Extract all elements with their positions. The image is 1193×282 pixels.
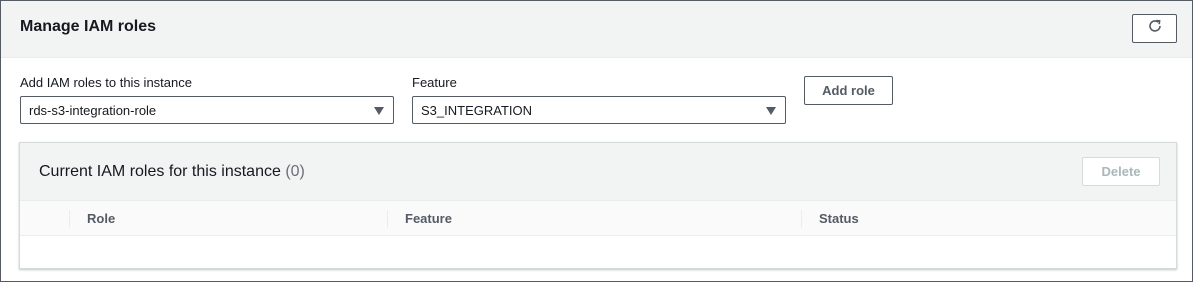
role-select-label: Add IAM roles to this instance bbox=[20, 75, 192, 90]
feature-select[interactable]: S3_INTEGRATION bbox=[412, 96, 786, 124]
caret-down-icon bbox=[374, 107, 384, 115]
delete-button[interactable]: Delete bbox=[1082, 157, 1160, 186]
add-role-button[interactable]: Add role bbox=[804, 76, 893, 105]
caret-down-icon bbox=[766, 107, 776, 115]
roles-table-header: Role Feature Status bbox=[20, 200, 1176, 236]
column-divider bbox=[801, 210, 802, 228]
column-divider bbox=[387, 210, 388, 228]
column-divider bbox=[69, 210, 70, 228]
column-header-status[interactable]: Status bbox=[819, 211, 859, 226]
current-roles-panel: Current IAM roles for this instance (0) … bbox=[19, 142, 1177, 269]
panel-title: Manage IAM roles bbox=[20, 18, 157, 35]
roles-table-body bbox=[20, 236, 1176, 268]
role-select[interactable]: rds-s3-integration-role bbox=[20, 96, 394, 124]
feature-select-label: Feature bbox=[412, 75, 457, 90]
role-select-value: rds-s3-integration-role bbox=[29, 103, 157, 118]
column-header-role[interactable]: Role bbox=[87, 211, 115, 226]
current-roles-count: (0) bbox=[285, 163, 305, 180]
current-roles-title-text: Current IAM roles for this instance bbox=[39, 163, 281, 180]
feature-select-value: S3_INTEGRATION bbox=[421, 103, 533, 118]
refresh-icon bbox=[1147, 18, 1163, 39]
current-roles-header: Current IAM roles for this instance (0) … bbox=[20, 143, 1176, 200]
current-roles-title: Current IAM roles for this instance (0) bbox=[39, 163, 305, 181]
panel-header: Manage IAM roles bbox=[1, 1, 1192, 58]
refresh-button[interactable] bbox=[1132, 14, 1177, 43]
manage-iam-roles-panel: Manage IAM roles Add IAM roles to this i… bbox=[0, 0, 1193, 282]
column-header-feature[interactable]: Feature bbox=[405, 211, 452, 226]
